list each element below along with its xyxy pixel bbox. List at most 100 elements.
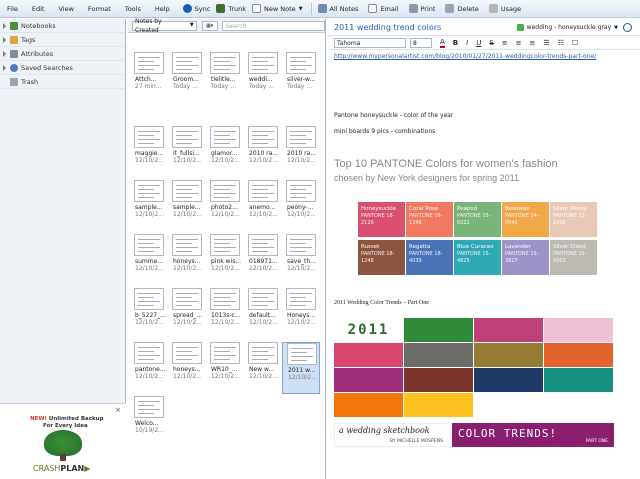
view-mode-button[interactable]: ▦▾ xyxy=(201,20,218,31)
note-card[interactable]: summe... 12/10/2... xyxy=(130,234,168,286)
strikethrough-icon[interactable]: S xyxy=(489,39,493,47)
note-link[interactable]: http://www.mypersonalartist.com/blog/201… xyxy=(334,53,596,60)
font-size-select[interactable]: 8 xyxy=(410,37,432,48)
menu-help[interactable]: Help xyxy=(148,5,177,13)
swatch-name: Coral Rose xyxy=(409,206,439,212)
note-card[interactable]: honeys... 12/10/2... xyxy=(168,342,206,394)
underline-icon[interactable]: U xyxy=(476,39,481,47)
sync-button[interactable]: Sync xyxy=(182,4,210,13)
italic-icon[interactable]: I xyxy=(466,39,468,47)
menu-view[interactable]: View xyxy=(51,5,80,13)
note-card[interactable]: peony-... 12/10/2... xyxy=(282,180,320,232)
sidebar-item-saved-searches[interactable]: Saved Searches xyxy=(0,61,125,75)
note-card[interactable]: it_fullsi... 12/10/2... xyxy=(168,126,206,178)
tree-icon xyxy=(44,430,82,456)
note-card[interactable]: photo2... 12/10/2... xyxy=(206,180,244,232)
note-thumbnail xyxy=(172,180,202,202)
note-line-2: mini boards 9 pics - combinations xyxy=(334,128,436,135)
new-note-button[interactable]: New Note ▼ xyxy=(252,4,303,13)
note-card[interactable]: default... 12/10/2... xyxy=(244,288,282,340)
note-card[interactable]: Honeys... 12/10/2... xyxy=(282,288,320,340)
note-card-title: photo2... xyxy=(211,204,238,211)
menu-file[interactable]: File xyxy=(0,5,25,13)
search-input[interactable]: Search xyxy=(221,20,325,31)
note-card[interactable]: b_5227_... 12/10/2... xyxy=(130,288,168,340)
note-card[interactable]: honeys... 12/10/2... xyxy=(168,234,206,286)
sidebar-item-tags[interactable]: Tags xyxy=(0,33,125,47)
note-line-1: Pantone honeysuckle - color of the year xyxy=(334,112,454,119)
note-card-title: pantone... xyxy=(135,366,166,373)
note-card[interactable]: 2010 ra... 12/10/2... xyxy=(244,126,282,178)
bold-icon[interactable]: B xyxy=(453,39,458,47)
color-block xyxy=(334,393,403,417)
color-block xyxy=(474,318,543,342)
new-note-icon xyxy=(252,4,262,13)
note-card[interactable]: WR10_... 12/10/2... xyxy=(206,342,244,394)
note-card[interactable]: maggie... 12/10/2... xyxy=(130,126,168,178)
note-card-date: 12/10/2... xyxy=(135,157,164,164)
note-card-title: WR10_... xyxy=(211,366,238,373)
text-color-icon[interactable]: A xyxy=(440,38,445,48)
note-body[interactable]: http://www.mypersonalartist.com/blog/201… xyxy=(328,50,640,478)
align-center-icon[interactable]: ≡ xyxy=(516,39,522,47)
note-card-title: b_5227_... xyxy=(135,312,166,319)
note-card[interactable]: 2011 w... 12/10/2... xyxy=(282,342,320,394)
note-info-icon[interactable] xyxy=(623,23,632,32)
note-card[interactable]: anemo... 12/10/2... xyxy=(244,180,282,232)
note-card[interactable]: tlelitle... Today ... xyxy=(206,52,244,104)
align-right-icon[interactable]: ≡ xyxy=(530,39,536,47)
trunk-button[interactable]: Trunk xyxy=(216,4,246,13)
note-card[interactable]: New w... 12/10/2... xyxy=(244,342,282,394)
note-thumbnail xyxy=(172,342,202,364)
note-card[interactable]: Groom... Today ... xyxy=(168,52,206,104)
note-card[interactable]: 2010 ra... 12/10/2... xyxy=(282,126,320,178)
note-card[interactable]: spread_... 12/10/2... xyxy=(168,288,206,340)
note-card[interactable]: Welco... 10/19/2... xyxy=(130,396,168,448)
sidebar-item-attributes[interactable]: Attributes xyxy=(0,47,125,61)
notebook-selector[interactable]: wedding - honeysuckle gray ▼ xyxy=(516,24,618,31)
attributes-icon xyxy=(10,49,18,58)
note-card[interactable]: save_th... 12/10/2... xyxy=(282,234,320,286)
email-icon xyxy=(368,4,378,13)
close-icon[interactable]: × xyxy=(115,406,121,414)
menu-tools[interactable]: Tools xyxy=(118,5,148,13)
chevron-down-icon: ▼ xyxy=(189,22,194,28)
usage-button[interactable]: Usage xyxy=(488,4,521,13)
sort-dropdown[interactable]: Notes by Created ▼ xyxy=(132,18,197,34)
note-card-title: summe... xyxy=(135,258,164,265)
note-card[interactable]: silver-w... Today ... xyxy=(282,52,320,104)
note-card[interactable]: glamor... 12/10/2... xyxy=(206,126,244,178)
note-card[interactable]: Attch... 27 min... xyxy=(130,52,168,104)
swatch-code: PANTONE 18-1248 xyxy=(361,251,395,264)
align-left-icon[interactable]: ≡ xyxy=(502,39,508,47)
bullet-list-icon[interactable]: ☰ xyxy=(543,39,549,47)
font-family-select[interactable]: Tahoma xyxy=(334,37,406,48)
note-card[interactable]: 018971... 12/10/2... xyxy=(244,234,282,286)
email-button[interactable]: Email xyxy=(368,4,399,13)
chevron-down-icon: ▼ xyxy=(298,5,303,12)
note-card[interactable]: pantone... 12/10/2... xyxy=(130,342,168,394)
swatch-name: Russet xyxy=(361,244,380,250)
note-card[interactable]: sample... 12/10/2... xyxy=(130,180,168,232)
all-notes-button[interactable]: All Notes xyxy=(317,4,358,13)
menu-edit[interactable]: Edit xyxy=(25,5,52,13)
delete-button[interactable]: Delete xyxy=(445,4,479,13)
print-button[interactable]: Print xyxy=(408,4,435,13)
sidebar-item-trash[interactable]: Trash xyxy=(0,75,125,89)
note-card[interactable]: pink wis... 12/10/2... xyxy=(206,234,244,286)
note-thumbnail xyxy=(210,342,240,364)
note-card[interactable]: 1013s-c... 12/10/2... xyxy=(206,288,244,340)
note-card[interactable]: sample... 12/10/2... xyxy=(168,180,206,232)
tag-icon xyxy=(10,35,18,44)
note-card[interactable]: weddi... Today ... xyxy=(244,52,282,104)
menu-format[interactable]: Format xyxy=(81,5,118,13)
sidebar-item-notebooks[interactable]: Notebooks xyxy=(0,19,125,33)
swatch-code: PANTONE 12-1206 xyxy=(553,213,587,226)
note-title[interactable]: 2011 wedding trend colors xyxy=(334,23,441,32)
note-card-date: 12/10/2... xyxy=(173,157,202,164)
numbered-list-icon[interactable]: ☷ xyxy=(558,39,564,47)
checkbox-icon[interactable]: ☐ xyxy=(572,39,578,47)
note-card-date: 12/10/2... xyxy=(135,373,164,380)
ad-panel[interactable]: × NEW! Unlimited Backup For Every Idea C… xyxy=(0,403,126,479)
note-thumbnail xyxy=(248,342,278,364)
